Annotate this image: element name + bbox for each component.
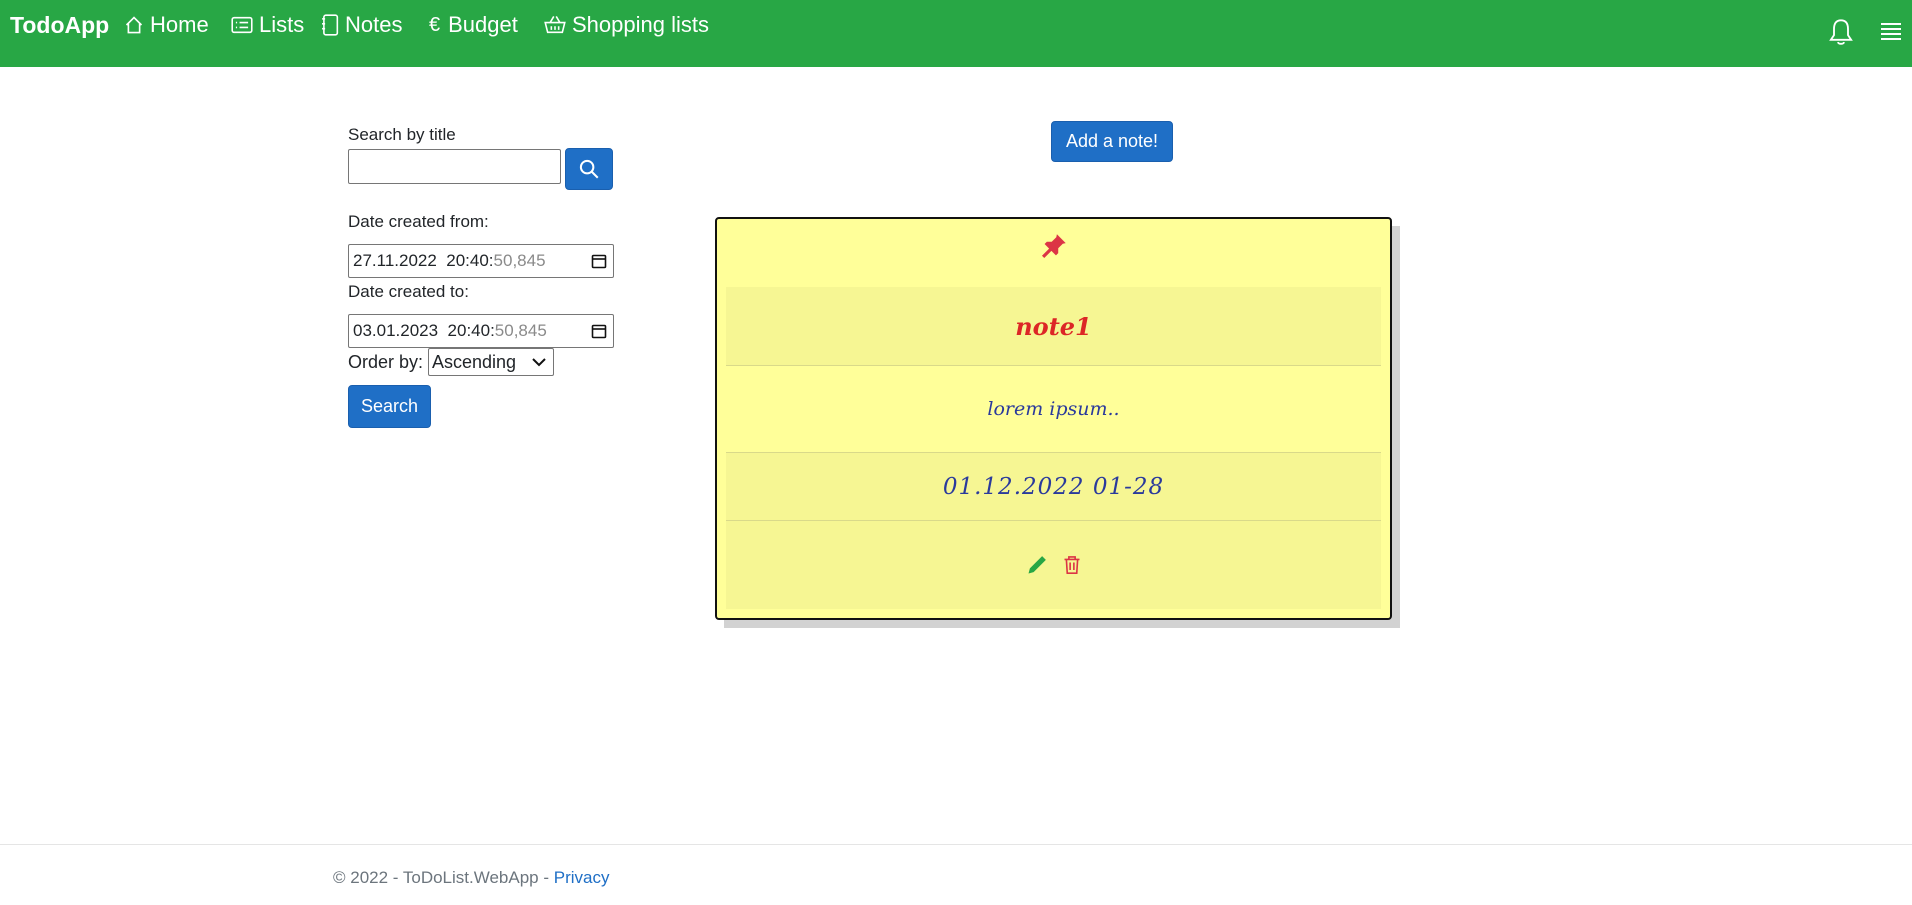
euro-icon: €: [429, 13, 441, 36]
nav-budget-label: Budget: [448, 12, 518, 37]
note-body: lorem ipsum..: [987, 398, 1120, 420]
note-actions-row: [726, 521, 1381, 609]
basket-icon: [544, 16, 566, 34]
footer-copyright: © 2022 - ToDoList.WebApp -: [333, 868, 554, 887]
journal-icon: [322, 14, 339, 36]
note-card: note1 lorem ipsum.. 01.12.2022 01-28: [715, 217, 1392, 620]
nav-lists[interactable]: Lists: [231, 12, 304, 38]
pin-icon: [1041, 234, 1066, 259]
navbar: TodoApp Home Lists Notes € Budget Shoppi…: [0, 0, 1912, 67]
pencil-icon[interactable]: [1027, 555, 1047, 575]
nav-shopping-lists[interactable]: Shopping lists: [544, 12, 709, 38]
date-from-label: Date created from:: [348, 212, 489, 231]
date-to-input[interactable]: 03.01.2023 20:40: 50,845: [348, 314, 614, 348]
date-from-value: 27.11.2022 20:40:: [353, 251, 494, 270]
nav-shopping-lists-label: Shopping lists: [572, 12, 709, 37]
house-icon: [125, 16, 143, 34]
note-body-row: lorem ipsum..: [726, 366, 1381, 453]
date-from-input[interactable]: 27.11.2022 20:40: 50,845: [348, 244, 614, 278]
nav-notes-label: Notes: [345, 12, 403, 37]
calendar-icon[interactable]: [591, 323, 607, 339]
card-list-icon: [231, 16, 253, 34]
search-button[interactable]: Search: [348, 385, 431, 428]
note-title: note1: [1015, 311, 1092, 341]
order-by-select[interactable]: Ascending: [428, 348, 554, 376]
trash-icon[interactable]: [1063, 555, 1081, 575]
search-input[interactable]: [348, 149, 561, 184]
date-to-ghost: 50,845: [494, 321, 547, 340]
add-note-button[interactable]: Add a note!: [1051, 121, 1173, 162]
order-by-label: Order by:: [348, 352, 424, 372]
hamburger-icon[interactable]: [1880, 22, 1902, 40]
note-pin[interactable]: [717, 233, 1390, 259]
date-to-value: 03.01.2023 20:40:: [353, 321, 495, 340]
date-to-label: Date created to:: [348, 282, 469, 301]
nav-notes[interactable]: Notes: [321, 12, 402, 38]
footer-divider: [0, 844, 1912, 845]
privacy-link[interactable]: Privacy: [554, 868, 610, 887]
nav-home[interactable]: Home: [124, 12, 209, 38]
note-date: 01.12.2022 01-28: [942, 473, 1165, 500]
bell-icon[interactable]: [1828, 18, 1854, 46]
order-by-value: Ascending: [432, 351, 517, 372]
note-date-row: 01.12.2022 01-28: [726, 453, 1381, 521]
chevron-down-icon: [532, 358, 546, 367]
note-title-row: note1: [726, 287, 1381, 366]
search-icon: [579, 159, 599, 179]
date-from-ghost: 50,845: [493, 251, 546, 270]
search-label: Search by title: [348, 125, 456, 144]
nav-home-label: Home: [150, 12, 209, 37]
nav-budget[interactable]: € Budget: [429, 12, 518, 38]
nav-lists-label: Lists: [259, 12, 305, 37]
footer: © 2022 - ToDoList.WebApp - Privacy: [333, 868, 609, 888]
search-icon-button[interactable]: [565, 148, 613, 190]
brand-logo[interactable]: TodoApp: [10, 12, 109, 39]
calendar-icon[interactable]: [591, 253, 607, 269]
